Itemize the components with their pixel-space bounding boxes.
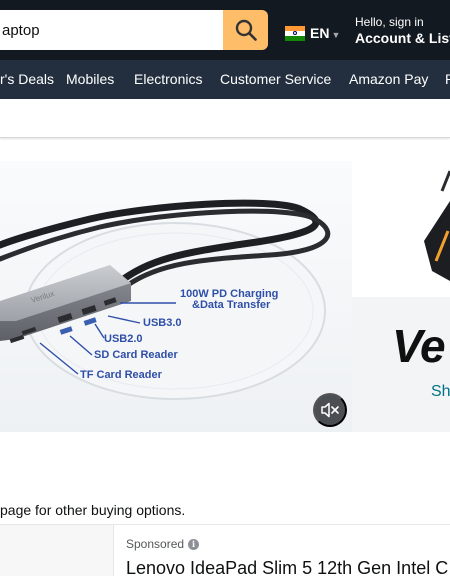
callout-tf-card: TF Card Reader [80, 369, 163, 381]
india-flag-icon [285, 25, 305, 41]
subnav-item-mobiles[interactable]: Mobiles [66, 71, 114, 88]
side-ad-panel[interactable]: Ve Sh [352, 297, 450, 432]
sponsored-text: Sponsored [126, 537, 185, 551]
search-input[interactable] [0, 10, 223, 50]
info-icon[interactable]: i [188, 538, 200, 550]
sponsored-label: Sponsored i [126, 537, 200, 551]
usb-hub-illustration: Verilux 100W PD Charging &Data Transfer … [0, 199, 331, 400]
buying-options-text: page for other buying options. [0, 502, 186, 518]
subnav-item-more[interactable]: P [445, 71, 450, 88]
subnav-item-amazon-pay[interactable]: Amazon Pay [349, 71, 428, 88]
sub-nav-bar: r's Deals Mobiles Electronics Customer S… [0, 60, 450, 99]
mute-button[interactable] [313, 393, 347, 427]
side-ad-brand: Ve [392, 320, 446, 372]
caret-down-icon: ▼ [331, 29, 341, 40]
language-code: EN [310, 25, 330, 41]
search-box [0, 10, 268, 50]
secondary-strip [0, 99, 450, 138]
side-product-illustration [424, 170, 450, 281]
account-menu[interactable]: Hello, sign in Account & Lists [355, 15, 450, 47]
sponsored-product-image[interactable] [0, 525, 114, 576]
side-ad-image[interactable] [352, 161, 450, 297]
sponsored-product-title[interactable]: Lenovo IdeaPad Slim 5 12th Gen Intel C [126, 558, 448, 576]
search-icon [235, 19, 257, 41]
speaker-muted-icon [321, 402, 339, 418]
callout-usb2: USB2.0 [104, 333, 143, 345]
callout-sd-card: SD Card Reader [94, 349, 178, 361]
product-video[interactable]: Verilux 100W PD Charging &Data Transfer … [0, 161, 352, 432]
subnav-item-customer-service[interactable]: Customer Service [220, 71, 331, 88]
search-button[interactable] [223, 10, 268, 50]
language-selector[interactable]: EN ▼ [285, 25, 340, 41]
subnav-item-deals[interactable]: r's Deals [0, 71, 54, 88]
side-ad-shop-link[interactable]: Sh [431, 383, 450, 401]
account-greeting: Hello, sign in [355, 15, 424, 29]
top-nav-bar: EN ▼ Hello, sign in Account & Lists [0, 0, 450, 60]
subnav-item-electronics[interactable]: Electronics [134, 71, 202, 88]
callout-data-transfer: &Data Transfer [192, 299, 271, 311]
callout-usb3: USB3.0 [143, 317, 182, 329]
account-lists-label: Account & Lists [355, 30, 450, 46]
